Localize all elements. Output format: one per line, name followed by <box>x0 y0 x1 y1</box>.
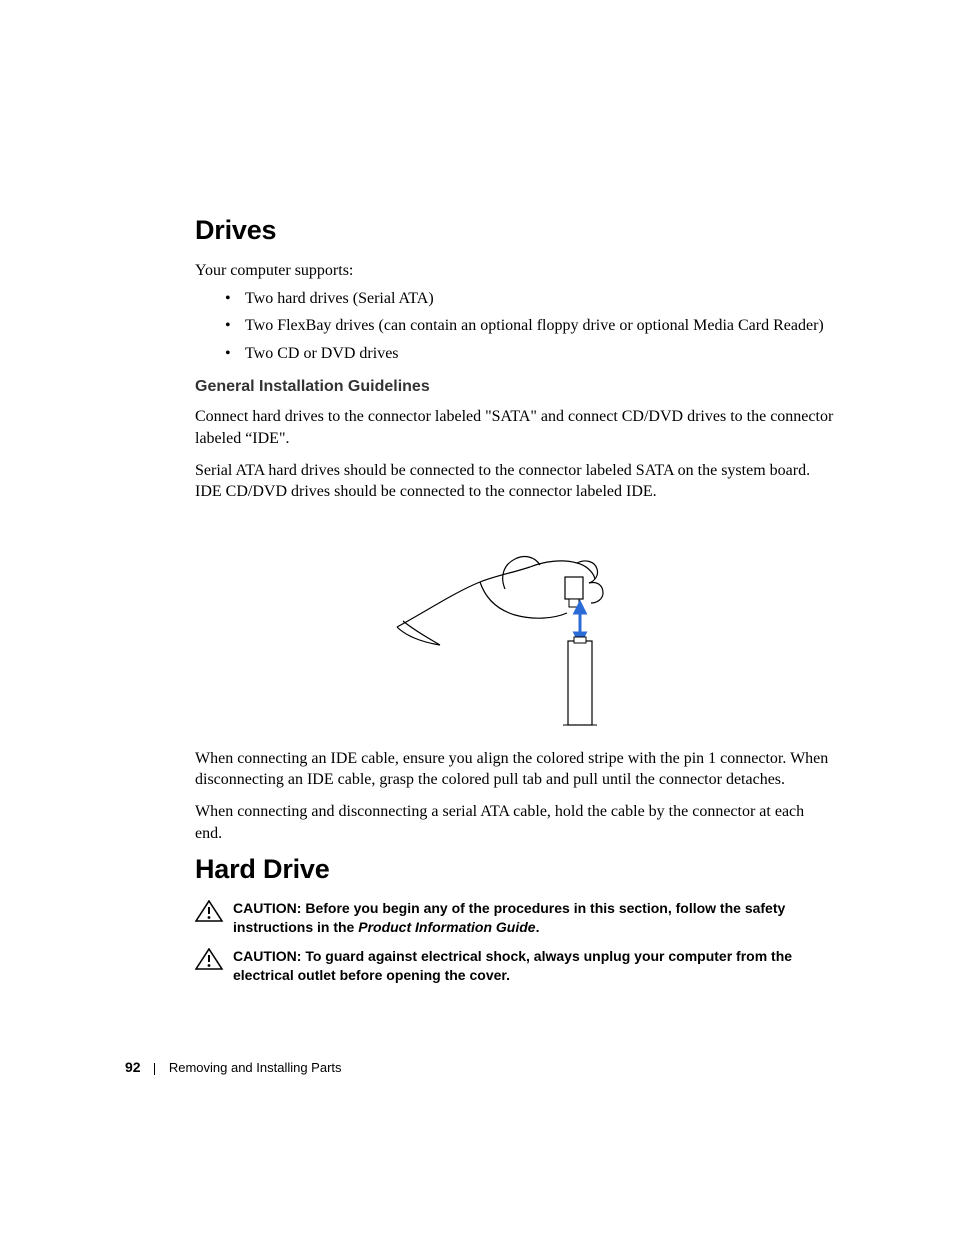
cable-connection-illustration <box>385 517 645 732</box>
page-number: 92 <box>125 1059 141 1075</box>
caution-block-1: CAUTION: Before you begin any of the pro… <box>195 899 834 937</box>
list-item: Two CD or DVD drives <box>225 343 834 365</box>
caution-body: To guard against electrical shock, alway… <box>233 948 792 983</box>
caution-text: CAUTION: Before you begin any of the pro… <box>233 899 834 937</box>
guidelines-para-1: Connect hard drives to the connector lab… <box>195 406 834 449</box>
caution-em: Product Information Guide <box>358 919 535 935</box>
heading-hard-drive: Hard Drive <box>195 854 834 885</box>
section-title: Removing and Installing Parts <box>169 1060 342 1075</box>
caution-icon <box>195 900 223 922</box>
caution-tail: . <box>536 919 540 935</box>
subheading-guidelines: General Installation Guidelines <box>195 378 834 396</box>
footer-separator <box>154 1063 155 1075</box>
caution-label: CAUTION: <box>233 948 305 964</box>
page-footer: 92 Removing and Installing Parts <box>125 1059 342 1075</box>
caution-text: CAUTION: To guard against electrical sho… <box>233 947 834 985</box>
caution-icon <box>195 948 223 970</box>
guidelines-para-2: Serial ATA hard drives should be connect… <box>195 460 834 503</box>
list-item: Two hard drives (Serial ATA) <box>225 288 834 310</box>
caution-block-2: CAUTION: To guard against electrical sho… <box>195 947 834 985</box>
intro-text: Your computer supports: <box>195 260 834 282</box>
caution-label: CAUTION: <box>233 900 305 916</box>
guidelines-para-4: When connecting and disconnecting a seri… <box>195 801 834 844</box>
heading-drives: Drives <box>195 215 834 246</box>
support-list: Two hard drives (Serial ATA) Two FlexBay… <box>195 288 834 365</box>
guidelines-para-3: When connecting an IDE cable, ensure you… <box>195 748 834 791</box>
list-item: Two FlexBay drives (can contain an optio… <box>225 315 834 337</box>
